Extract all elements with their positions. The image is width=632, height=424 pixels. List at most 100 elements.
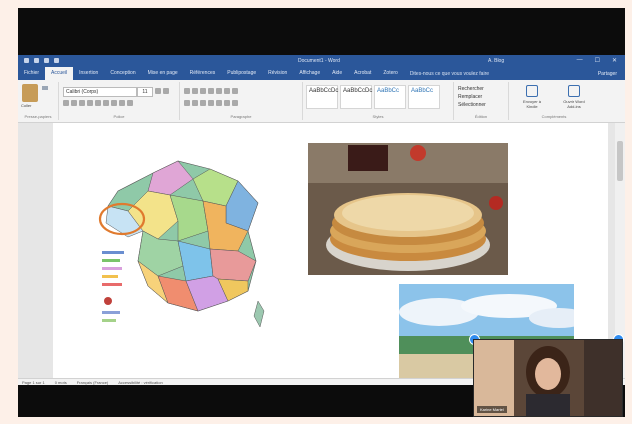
styles-gallery: AaBbCcDc AaBbCcDc AaBbCc AaBbCc	[306, 85, 440, 109]
align-center-icon[interactable]	[192, 100, 198, 106]
word-addins-label: Ouvrir Word Add-ins	[563, 99, 585, 109]
save-icon[interactable]	[24, 58, 29, 63]
bold-icon[interactable]	[63, 100, 69, 106]
style-heading-1[interactable]: AaBbCc	[374, 85, 406, 109]
styles-group: AaBbCcDc AaBbCcDc AaBbCc AaBbCc Styles	[303, 82, 454, 120]
status-page[interactable]: Page 1 sur 1	[22, 380, 45, 385]
paste-icon[interactable]	[22, 84, 38, 102]
strikethrough-icon[interactable]	[87, 100, 93, 106]
styles-group-label: Styles	[372, 114, 384, 119]
shading-icon[interactable]	[224, 100, 230, 106]
tab-file[interactable]: Fichier	[18, 67, 45, 80]
addins-icon	[568, 85, 580, 97]
edit-group: Rechercher Remplacer Sélectionner Éditio…	[454, 82, 509, 120]
window-controls: — ☐ ✕	[577, 57, 617, 64]
status-words[interactable]: 0 mots	[55, 380, 67, 385]
shrink-font-icon[interactable]	[163, 88, 169, 94]
redo-icon[interactable]	[44, 58, 49, 63]
font-color-icon[interactable]	[127, 100, 133, 106]
tab-references[interactable]: Références	[184, 67, 222, 80]
scrollbar-thumb[interactable]	[617, 141, 623, 181]
edit-group-label: Édition	[474, 114, 488, 119]
highlight-icon[interactable]	[119, 100, 125, 106]
share-button[interactable]: Partager	[590, 71, 625, 77]
customize-icon[interactable]	[54, 58, 59, 63]
status-accessibility[interactable]: Accessibilité : vérification	[118, 380, 162, 385]
addins-group: Envoyer à Kindle Ouvrir Word Add-ins Com…	[509, 82, 599, 120]
tab-insert[interactable]: Insertion	[73, 67, 104, 80]
tab-mailings[interactable]: Publipostage	[221, 67, 262, 80]
send-to-kindle-label: Envoyer à Kindle	[522, 99, 541, 109]
list-tools	[184, 88, 238, 94]
france-map-image[interactable]	[98, 151, 268, 343]
close-button[interactable]: ✕	[612, 57, 617, 64]
minimize-button[interactable]: —	[577, 57, 583, 64]
tab-help[interactable]: Aide	[326, 67, 348, 80]
clipboard-group-label: Presse-papiers	[24, 114, 52, 119]
replace-button[interactable]: Remplacer	[458, 93, 486, 101]
align-right-icon[interactable]	[200, 100, 206, 106]
decrease-indent-icon[interactable]	[208, 88, 214, 94]
screen-share: Document1 - Word A. Blog — ☐ ✕ Fichier A…	[18, 8, 625, 417]
webcam-tile[interactable]: Karine Martel	[473, 339, 623, 417]
tab-home[interactable]: Accueil	[45, 67, 74, 80]
font-name-select[interactable]: Calibri (Corps)	[63, 87, 137, 97]
format-tools	[63, 100, 133, 106]
multilevel-list-icon[interactable]	[200, 88, 206, 94]
font-group: Calibri (Corps) 11 Police	[59, 82, 180, 120]
user-name[interactable]: A. Blog	[488, 58, 504, 64]
tab-view[interactable]: Affichage	[293, 67, 326, 80]
style-normal[interactable]: AaBbCcDc	[306, 85, 338, 109]
word-window: Document1 - Word A. Blog — ☐ ✕ Fichier A…	[18, 55, 625, 389]
edit-items: Rechercher Remplacer Sélectionner	[458, 85, 486, 109]
ribbon-tabs: Fichier Accueil Insertion Conception Mis…	[18, 67, 625, 80]
tab-layout[interactable]: Mise en page	[142, 67, 184, 80]
tab-zotero[interactable]: Zotero	[377, 67, 403, 80]
underline-icon[interactable]	[79, 100, 85, 106]
maximize-button[interactable]: ☐	[595, 57, 600, 64]
italic-icon[interactable]	[71, 100, 77, 106]
participant-name: Karine Martel	[477, 406, 507, 413]
quick-access-toolbar	[24, 58, 59, 63]
text-effects-icon[interactable]	[111, 100, 117, 106]
tab-acrobat[interactable]: Acrobat	[348, 67, 377, 80]
subscript-icon[interactable]	[95, 100, 101, 106]
font-grow-shrink	[155, 88, 169, 94]
tab-design[interactable]: Conception	[104, 67, 141, 80]
style-heading-2[interactable]: AaBbCc	[408, 85, 440, 109]
increase-indent-icon[interactable]	[216, 88, 222, 94]
word-addins-button[interactable]: Ouvrir Word Add-ins	[559, 85, 589, 109]
paragraph-group-label: Paragraphe	[230, 114, 252, 119]
justify-icon[interactable]	[208, 100, 214, 106]
align-tools	[184, 100, 238, 106]
borders-icon[interactable]	[232, 100, 238, 106]
show-marks-icon[interactable]	[232, 88, 238, 94]
status-language[interactable]: Français (France)	[77, 380, 109, 385]
crepes-image[interactable]	[308, 143, 508, 275]
document-title: Document1 - Word	[298, 58, 340, 64]
paragraph-group: Paragraphe	[180, 82, 303, 120]
grow-font-icon[interactable]	[155, 88, 161, 94]
ribbon: Coller Presse-papiers Calibri (Corps) 11…	[18, 80, 625, 123]
paste-label: Coller	[21, 103, 32, 108]
style-no-spacing[interactable]: AaBbCcDc	[340, 85, 372, 109]
cut-icon[interactable]	[42, 86, 48, 90]
tab-review[interactable]: Révision	[262, 67, 293, 80]
kindle-icon	[526, 85, 538, 97]
align-left-icon[interactable]	[184, 100, 190, 106]
font-group-label: Police	[113, 114, 125, 119]
send-to-kindle-button[interactable]: Envoyer à Kindle	[517, 85, 547, 109]
numbering-icon[interactable]	[192, 88, 198, 94]
find-button[interactable]: Rechercher	[458, 85, 486, 93]
superscript-icon[interactable]	[103, 100, 109, 106]
bullets-icon[interactable]	[184, 88, 190, 94]
font-size-select[interactable]: 11	[137, 87, 153, 97]
undo-icon[interactable]	[34, 58, 39, 63]
title-bar: Document1 - Word A. Blog — ☐ ✕	[18, 55, 625, 67]
select-button[interactable]: Sélectionner	[458, 101, 486, 109]
sort-icon[interactable]	[224, 88, 230, 94]
clipboard-group: Coller Presse-papiers	[18, 82, 59, 120]
addins-group-label: Compléments	[541, 114, 567, 119]
line-spacing-icon[interactable]	[216, 100, 222, 106]
tell-me-box[interactable]: Dites-nous ce que vous voulez faire	[404, 71, 495, 77]
